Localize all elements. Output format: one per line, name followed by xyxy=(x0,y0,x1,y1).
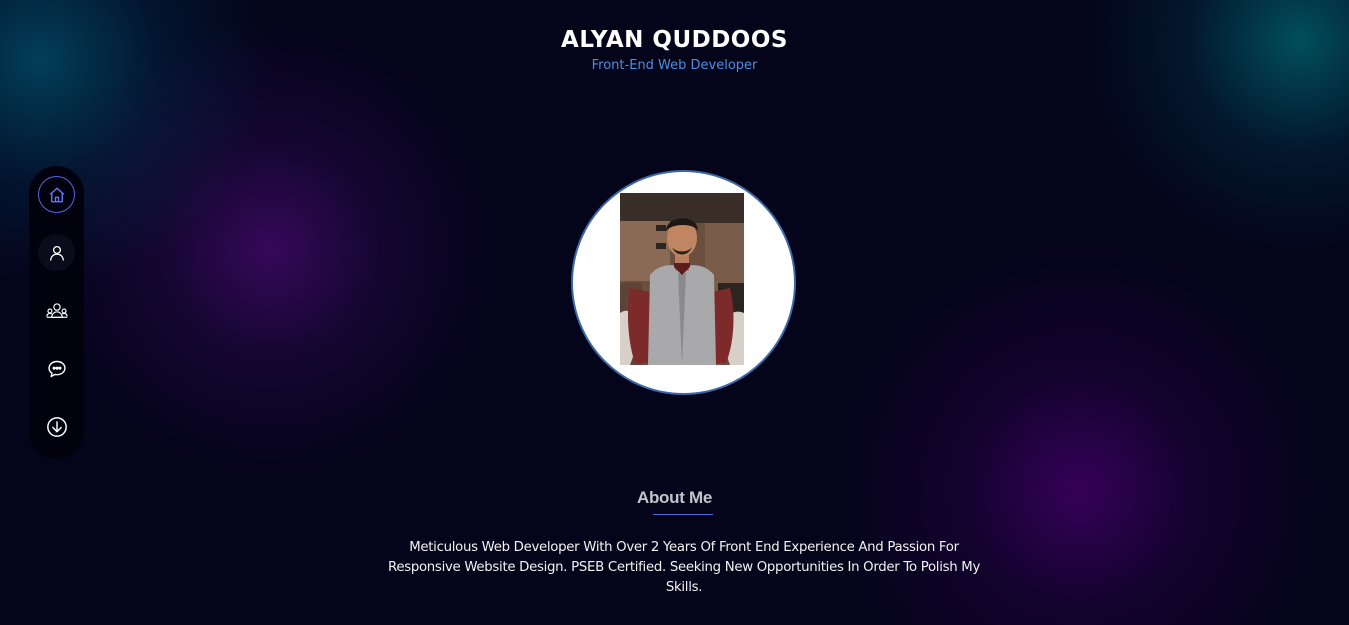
site-subtitle: Front-End Web Developer xyxy=(591,58,758,73)
user-icon xyxy=(49,245,64,261)
profile-photo xyxy=(620,193,744,365)
home-icon xyxy=(49,187,64,202)
download-icon xyxy=(46,416,67,437)
nav-about-button[interactable] xyxy=(38,234,75,271)
site-title[interactable]: ALYAN QUDDOOS xyxy=(0,26,1349,54)
nav-download-button[interactable] xyxy=(38,408,75,445)
about-description: Meticulous Web Developer With Over 2 Yea… xyxy=(387,540,981,595)
page: ALYAN QUDDOOS Front-End Web Developer Ab… xyxy=(0,0,1349,625)
nav-home-button[interactable] xyxy=(38,176,75,213)
nav-skills-button[interactable] xyxy=(38,292,75,329)
side-navigation xyxy=(29,166,84,459)
nav-contact-button[interactable] xyxy=(38,350,75,387)
profile-avatar xyxy=(571,170,796,395)
about-heading-underline xyxy=(653,514,713,515)
about-heading: About Me xyxy=(636,488,713,507)
chat-icon xyxy=(47,360,66,377)
team-icon xyxy=(45,302,68,318)
header: ALYAN QUDDOOS Front-End Web Developer xyxy=(0,26,1349,74)
